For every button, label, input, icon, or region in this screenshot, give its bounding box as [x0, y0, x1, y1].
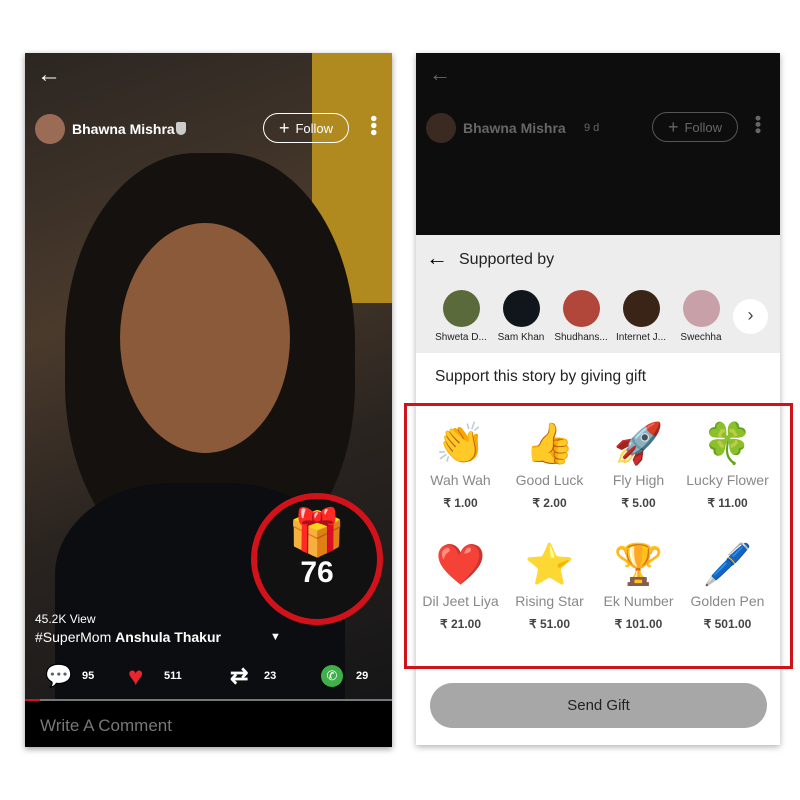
follow-button: + Follow [652, 112, 738, 142]
comment-input[interactable]: Write A Comment [25, 701, 392, 747]
supporter-name: Internet J... [615, 332, 667, 343]
view-count: 45.2K View [35, 612, 96, 626]
supporter-avatar [622, 290, 660, 327]
whatsapp-icon[interactable]: ✆ [321, 665, 343, 687]
supporter-item[interactable]: Sam Khan [491, 290, 551, 343]
supporter-avatar [562, 290, 600, 327]
video-face [120, 223, 290, 453]
badge-icon [176, 122, 186, 135]
chevron-right-icon[interactable]: › [733, 299, 768, 334]
heart-icon[interactable]: ♥ [128, 661, 143, 692]
dimmed-story: ← Bhawna Mishra 9 d + Follow ••• [416, 53, 780, 235]
supported-by-panel: ← Supported by Shweta D... Sam Khan Shudha… [416, 235, 780, 353]
supporter-name: Swechha [680, 332, 722, 343]
supporter-item[interactable]: Shweta D... [431, 290, 491, 343]
story-screen: ← Bhawna Mishra + Follow ••• 🎁 76 45.2K V… [25, 53, 392, 747]
supporter-item[interactable]: Internet J... [611, 290, 671, 343]
comment-icon[interactable]: 💬 [45, 663, 72, 689]
supporter-name: Shweta D... [435, 332, 487, 343]
back-arrow-icon: ← [429, 61, 451, 86]
gift-count: 76 [300, 556, 334, 589]
supporter-item[interactable]: Swechha [671, 290, 731, 343]
plus-icon: + [667, 116, 679, 137]
send-gift-button[interactable]: Send Gift [430, 683, 767, 728]
more-menu-icon: ••• [748, 115, 768, 134]
repost-count: 23 [264, 670, 277, 682]
gift-highlight-box [404, 403, 793, 669]
supporter-list: Shweta D... Sam Khan Shudhans... Internet J… [431, 290, 731, 343]
post-age: 9 d [584, 122, 600, 134]
author-avatar[interactable] [35, 114, 65, 144]
supporter-item[interactable]: Shudhans... [551, 290, 611, 343]
author-name[interactable]: Bhawna Mishra [72, 121, 175, 137]
share-count: 29 [356, 670, 369, 682]
back-arrow-icon[interactable]: ← [37, 61, 61, 89]
gift-prompt: Support this story by giving gift [435, 368, 647, 385]
like-count: 511 [164, 670, 182, 682]
supporter-avatar [502, 290, 540, 327]
story-title: #SuperMom Anshula Thakur [35, 629, 221, 645]
author-name: Bhawna Mishra [463, 120, 566, 136]
back-arrow-icon[interactable]: ← [426, 245, 448, 271]
supporter-name: Sam Khan [497, 332, 545, 343]
plus-icon: + [278, 117, 290, 138]
more-menu-icon[interactable]: ••• [362, 115, 384, 136]
hashtag[interactable]: #SuperMom [35, 629, 111, 645]
supporter-avatar [442, 290, 480, 327]
gift-box-icon: 🎁 [288, 506, 346, 558]
follow-button[interactable]: + Follow [263, 113, 349, 143]
supporter-avatar [682, 290, 720, 327]
comment-count: 95 [82, 670, 95, 682]
follow-label: Follow [684, 119, 723, 135]
supporter-name: Shudhans... [554, 332, 608, 343]
follow-label: Follow [295, 120, 334, 136]
repost-icon[interactable]: ⇄ [230, 663, 248, 689]
supported-by-title: Supported by [459, 251, 555, 268]
gift-count-badge[interactable]: 🎁 76 [251, 493, 383, 625]
title-text: Anshula Thakur [115, 629, 221, 645]
author-avatar [426, 113, 456, 143]
caret-down-icon[interactable]: ▼ [270, 631, 281, 643]
